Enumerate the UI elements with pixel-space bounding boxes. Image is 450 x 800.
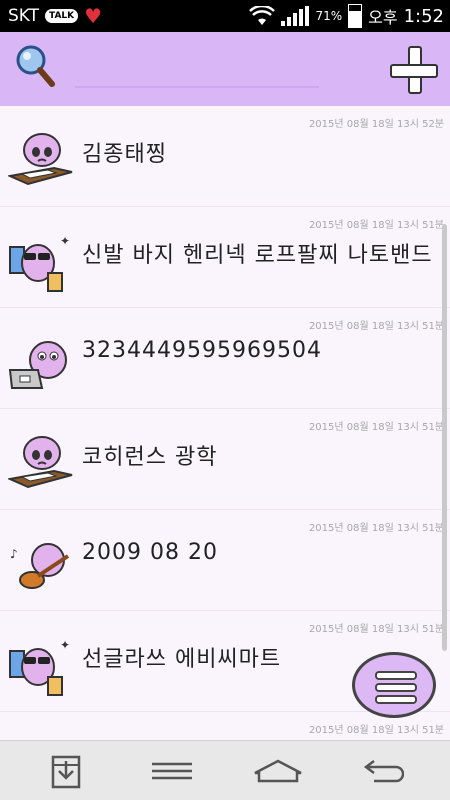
magnifier-icon[interactable] <box>12 42 58 88</box>
clock: 1:52 <box>403 5 444 27</box>
search-input[interactable] <box>75 50 319 88</box>
battery-icon <box>348 4 363 28</box>
battery-percent: 71% <box>315 9 343 23</box>
svg-text:✦: ✦ <box>60 638 70 652</box>
svg-text:✦: ✦ <box>60 234 70 248</box>
memo-timestamp: 2015년 08월 18일 13시 51분 <box>308 624 444 635</box>
status-bar: SKT TALK ♥ 71% 오후 1:52 <box>0 0 450 32</box>
memo-item[interactable]: 2015년 08월 18일 13시 52분 김종태찡 <box>0 106 450 207</box>
memo-title: 선글라쓰 에비씨마트 <box>82 647 282 672</box>
memo-title: 신발 바지 헨리넥 로프팔찌 나토밴드 <box>82 243 433 268</box>
memo-title: 2009 08 20 <box>82 540 218 565</box>
back-icon[interactable] <box>360 751 404 791</box>
memo-list[interactable]: 2015년 08월 18일 13시 52분 김종태찡 2015년 08월 18일… <box>0 106 450 740</box>
ampm-label: 오후 <box>368 8 398 27</box>
crying-at-desk-icon <box>8 436 73 489</box>
memo-title: 김종태찡 <box>82 142 167 167</box>
memo-timestamp: 2015년 08월 18일 13시 51분 <box>308 220 444 231</box>
svg-text:♪: ♪ <box>10 547 18 561</box>
memo-timestamp: 2015년 08월 18일 13시 52분 <box>308 119 444 130</box>
talk-notification-icon: TALK <box>45 9 79 23</box>
memo-title: 3234449595969504 <box>82 338 322 363</box>
memo-item[interactable]: 2015년 08월 18일 13시 51분 코히런스 광학 <box>0 409 450 510</box>
download-icon[interactable] <box>44 751 88 791</box>
memo-item[interactable]: 2015년 08월 18일 13시 51분 ♪ 2009 08 20 <box>0 510 450 611</box>
navigation-bar <box>0 740 450 800</box>
memo-item[interactable]: 2015년 08월 18일 13시 51분 ✦ 신발 바지 헨리넥 로프팔찌 나… <box>0 207 450 308</box>
home-icon[interactable] <box>253 751 303 791</box>
laptop-icon <box>8 341 67 389</box>
memo-timestamp: 2015년 08월 18일 13시 51분 <box>308 321 444 332</box>
crying-at-desk-icon <box>8 133 73 186</box>
signal-icon <box>281 6 310 26</box>
heart-notification-icon: ♥ <box>84 4 103 28</box>
memo-timestamp: 2015년 08월 18일 13시 51분 <box>308 725 444 736</box>
carrier-label: SKT <box>8 6 40 26</box>
guitar-icon: ♪ <box>10 543 70 589</box>
list-scrollbar[interactable] <box>442 224 447 651</box>
memo-timestamp: 2015년 08월 18일 13시 51분 <box>308 422 444 433</box>
memo-timestamp: 2015년 08월 18일 13시 51분 <box>308 523 444 534</box>
shopping-sunglasses-icon: ✦ <box>9 234 70 292</box>
app-header <box>0 32 450 106</box>
floating-menu-button[interactable] <box>352 652 436 718</box>
memo-item[interactable]: 2015년 08월 18일 13시 51분 3234449595969504 <box>0 308 450 409</box>
memo-title: 코히런스 광학 <box>82 445 218 470</box>
shopping-sunglasses-icon: ✦ <box>9 638 70 696</box>
menu-icon[interactable] <box>150 751 194 791</box>
add-memo-button[interactable] <box>388 44 438 94</box>
wifi-icon <box>249 6 276 25</box>
